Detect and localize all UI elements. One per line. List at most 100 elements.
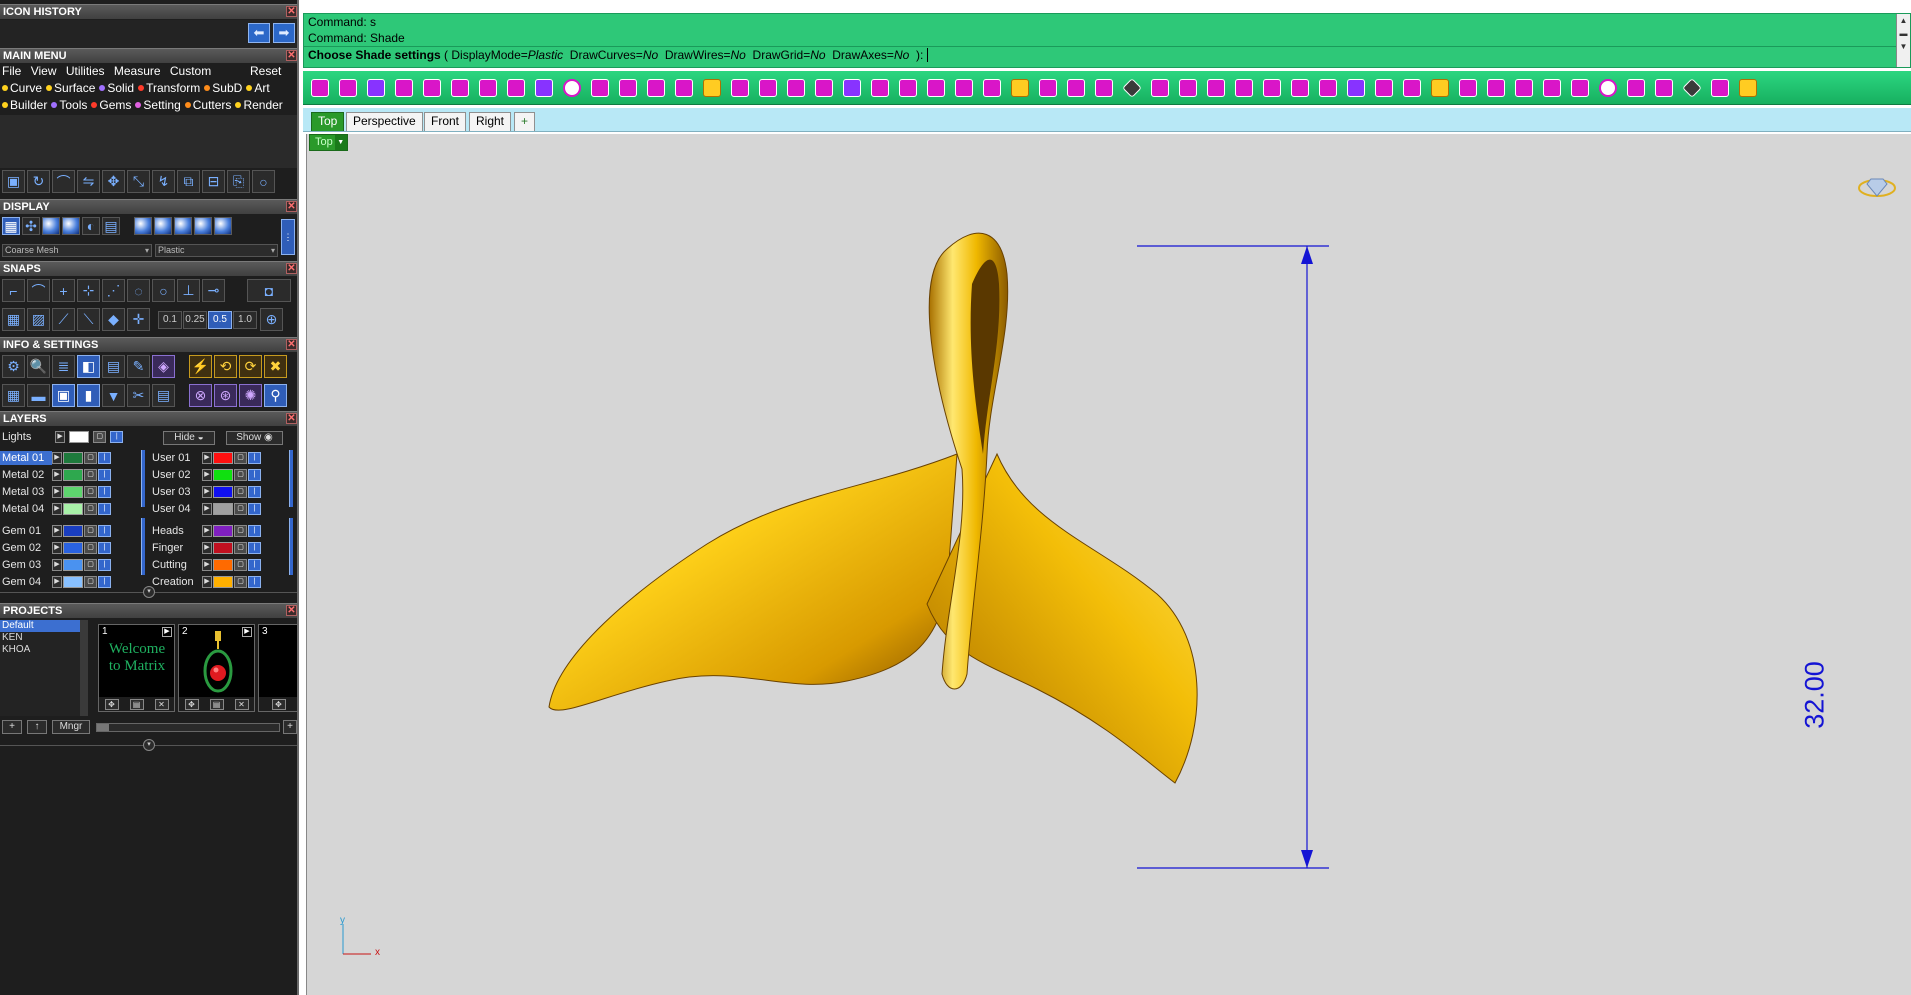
menu-file[interactable]: File — [2, 63, 21, 79]
layer-name[interactable]: Metal 02 — [0, 468, 52, 482]
layer-color-swatch[interactable] — [63, 559, 83, 571]
project-toggle-icon[interactable]: ◆ — [102, 308, 125, 331]
select-tool-icon[interactable]: ▣ — [2, 170, 25, 193]
grid-layout-icon[interactable]: ▦ — [2, 384, 25, 407]
show-layers-button[interactable]: Show ◉ — [226, 431, 283, 445]
curve-tool-icon[interactable] — [1539, 75, 1564, 100]
layer-expand-icon[interactable]: ▶ — [202, 576, 212, 588]
layer-color-swatch[interactable] — [63, 486, 83, 498]
thumb-scrollbar-handle[interactable] — [97, 724, 109, 731]
material-select[interactable]: Plastic ▾ — [155, 244, 278, 257]
visibility-toggle[interactable]: | — [248, 469, 261, 481]
settings-gear-icon[interactable]: ⚙ — [2, 355, 25, 378]
close-icon[interactable]: ✕ — [286, 263, 297, 274]
menu-item-2[interactable]: Solid — [99, 80, 134, 96]
menu-item-1[interactable]: Tools — [51, 97, 87, 113]
layer-expand-icon[interactable]: ▶ — [202, 452, 212, 464]
layer-row[interactable]: Metal 01 ▶ ▢ | — [0, 451, 111, 465]
boolean-tool-icon[interactable] — [587, 75, 612, 100]
tab-perspective[interactable]: Perspective — [346, 112, 423, 131]
layer-row[interactable]: User 04 ▶ ▢ | — [150, 502, 261, 516]
layer-color-swatch[interactable] — [213, 576, 233, 588]
preferences-tool-icon[interactable] — [1735, 75, 1760, 100]
cylinder-icon[interactable]: ▮ — [77, 384, 100, 407]
cplane-toggle-icon[interactable]: ✛ — [127, 308, 150, 331]
project-list-scrollbar[interactable] — [80, 620, 88, 716]
prong-tool-icon[interactable] — [1147, 75, 1172, 100]
cube-info-icon[interactable]: ◧ — [77, 355, 100, 378]
move-icon[interactable]: ✥ — [271, 698, 286, 710]
snap-grid-icon[interactable]: ⌐ — [2, 279, 25, 302]
fillet-tool-icon[interactable] — [615, 75, 640, 100]
join-tool-icon[interactable] — [1007, 75, 1032, 100]
snap-tan-icon[interactable]: ⊸ — [202, 279, 225, 302]
measure-tool-icon[interactable] — [1427, 75, 1452, 100]
zoom-icon[interactable]: 🔍 — [27, 355, 50, 378]
play-icon[interactable]: ▶ — [162, 627, 172, 637]
scale-tool-icon[interactable]: ⤡ — [127, 170, 150, 193]
layer-row[interactable]: Creation ▶ ▢ | — [150, 575, 261, 589]
menu-item-5[interactable]: Render — [235, 97, 283, 113]
layers-stack-icon[interactable]: ≣ — [52, 355, 75, 378]
layer-row[interactable]: Gem 01 ▶ ▢ | — [0, 524, 111, 538]
loop-plus-icon[interactable]: ⟳ — [239, 355, 262, 378]
layer-row[interactable]: Cutting ▶ ▢ | — [150, 558, 261, 572]
setting-tool-icon[interactable] — [1343, 75, 1368, 100]
rebuild-tool-icon[interactable] — [1063, 75, 1088, 100]
save-disk-icon[interactable]: ▤ — [152, 384, 175, 407]
copy-tool-icon[interactable]: ⎘ — [227, 170, 250, 193]
layer-row[interactable]: Gem 02 ▶ ▢ | — [0, 541, 111, 555]
close-icon[interactable]: ✕ — [286, 50, 297, 61]
tab-front[interactable]: Front — [424, 112, 467, 131]
visibility-toggle[interactable]: | — [248, 542, 261, 554]
lock-icon[interactable]: ▢ — [84, 503, 97, 515]
layer-expand-icon[interactable]: ▶ — [52, 559, 62, 571]
snap-value-1.0[interactable]: 1.0 — [233, 310, 257, 329]
save-icon[interactable]: ▤ — [129, 698, 144, 710]
visibility-toggle[interactable]: | — [98, 576, 111, 588]
lock-icon[interactable]: ▢ — [84, 559, 97, 571]
bezel-tool-icon[interactable] — [1175, 75, 1200, 100]
mirror-tool-icon[interactable] — [727, 75, 752, 100]
ortho-toggle-icon[interactable]: ⟋ — [52, 308, 75, 331]
smooth-tool-icon[interactable] — [1091, 75, 1116, 100]
layer-name[interactable]: User 02 — [150, 468, 202, 482]
layer-row[interactable]: Metal 03 ▶ ▢ | — [0, 485, 111, 499]
layer-expand-icon[interactable]: ▶ — [52, 525, 62, 537]
material-cube-icon[interactable]: ◈ — [152, 355, 175, 378]
hide-layers-button[interactable]: Hide ◒ — [163, 431, 215, 445]
close-icon[interactable]: ✕ — [286, 6, 297, 17]
close-icon[interactable]: ✕ — [286, 201, 297, 212]
gem-tool-icon[interactable] — [1119, 75, 1144, 100]
revolve-tool-icon[interactable] — [503, 75, 528, 100]
snap-center-icon[interactable]: ◌ — [127, 279, 150, 302]
history-back-button[interactable]: ⬅ — [248, 23, 270, 43]
visibility-toggle[interactable]: | — [248, 486, 261, 498]
layer-name[interactable]: Creation — [150, 575, 202, 589]
lock-icon[interactable]: ▢ — [234, 503, 247, 515]
snap-value-0.1[interactable]: 0.1 — [158, 310, 182, 329]
cone-tool-icon[interactable] — [419, 75, 444, 100]
snap-mid-icon[interactable]: ⋰ — [102, 279, 125, 302]
layer-row[interactable]: User 01 ▶ ▢ | — [150, 451, 261, 465]
menu-item-4[interactable]: SubD — [204, 80, 242, 96]
lock-icon[interactable]: ▢ — [234, 486, 247, 498]
lights-expand-icon[interactable]: ▶ — [55, 431, 66, 443]
up-project-button[interactable]: ↑ — [27, 720, 47, 734]
material-gloss-icon[interactable] — [174, 217, 192, 235]
manager-button[interactable]: Mngr — [52, 720, 90, 734]
menu-item-3[interactable]: Setting — [135, 97, 181, 113]
point-tool-icon[interactable] — [1567, 75, 1592, 100]
layer-color-swatch[interactable] — [63, 503, 83, 515]
menu-view[interactable]: View — [31, 63, 57, 79]
layer-color-swatch[interactable] — [213, 525, 233, 537]
layer-name[interactable]: Metal 03 — [0, 485, 52, 499]
visibility-toggle[interactable]: | — [98, 503, 111, 515]
layer-row[interactable]: User 02 ▶ ▢ | — [150, 468, 261, 482]
loop-icon[interactable]: ⟲ — [214, 355, 237, 378]
snap-camera-icon[interactable]: ◘ — [247, 279, 291, 302]
command-prompt[interactable]: Choose Shade settings ( DisplayMode=Plas… — [304, 46, 1910, 62]
menu-item-0[interactable]: Builder — [2, 97, 47, 113]
snap-value-0.5[interactable]: 0.5 — [208, 310, 232, 329]
layer-expand-icon[interactable]: ▶ — [52, 486, 62, 498]
